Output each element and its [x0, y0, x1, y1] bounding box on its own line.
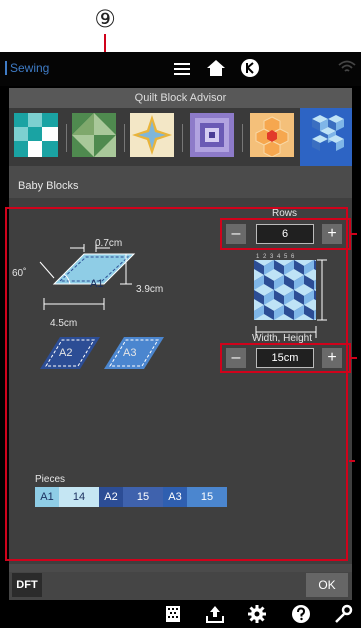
- menu-icon[interactable]: [172, 59, 192, 79]
- pieces-count-a1: 14: [59, 487, 99, 507]
- pieces-label: Pieces: [35, 474, 66, 485]
- dialog-title: Quilt Block Advisor: [9, 88, 352, 108]
- wrench-icon[interactable]: [332, 604, 354, 624]
- thumbnail-teal-checker[interactable]: [14, 113, 58, 157]
- app-label: Sewing: [4, 61, 50, 75]
- help-icon[interactable]: [290, 604, 312, 624]
- size-plus-button[interactable]: +: [322, 348, 342, 368]
- rows-value: 6: [256, 224, 314, 244]
- pieces-count-a3: 15: [187, 487, 227, 507]
- width-label: 4.5cm: [50, 318, 78, 329]
- ok-button[interactable]: OK: [306, 573, 348, 597]
- preview-dimension-lines: [255, 259, 327, 338]
- size-label: Width, Height: [252, 333, 313, 344]
- thumbnail-hexagon-flower[interactable]: [250, 113, 294, 157]
- annotation-tick: [351, 357, 357, 359]
- size-value: 15cm: [256, 348, 314, 368]
- pieces-name-a3: A3: [163, 487, 187, 507]
- piece-a3-label: A3: [123, 347, 137, 359]
- piece-a1-label: A1: [90, 278, 104, 290]
- thumbnail-log-cabin[interactable]: [190, 113, 234, 157]
- annotation-tick: [349, 460, 355, 462]
- angle-label: 60˚: [12, 268, 27, 279]
- piece-a2-label: A2: [59, 347, 73, 359]
- thumb-divider: [182, 124, 183, 152]
- pieces-name-a1: A1: [35, 487, 59, 507]
- dft-button[interactable]: DFT: [12, 573, 42, 597]
- size-minus-button[interactable]: –: [226, 348, 246, 368]
- pieces-name-a2: A2: [99, 487, 123, 507]
- callout-number: ⑨: [94, 5, 116, 33]
- pieces-count-a2: 15: [123, 487, 163, 507]
- pieces-table: A1 14 A2 15 A3 15: [35, 487, 227, 507]
- thumb-divider: [66, 124, 67, 152]
- annotation-tick: [351, 233, 357, 235]
- rows-minus-button[interactable]: –: [226, 224, 246, 244]
- settings-icon[interactable]: [246, 604, 268, 624]
- status-bar: Sewing: [0, 52, 361, 86]
- thumbnail-star-quilt[interactable]: [130, 113, 174, 157]
- seam-label: 0.7cm: [95, 238, 123, 249]
- rows-plus-button[interactable]: +: [322, 224, 342, 244]
- block-name: Baby Blocks: [18, 180, 79, 192]
- pattern-icon[interactable]: [162, 604, 184, 624]
- rows-label: Rows: [272, 208, 298, 219]
- home-icon[interactable]: [206, 58, 226, 78]
- thumbnail-green-triangles[interactable]: [72, 113, 116, 157]
- upload-icon[interactable]: [204, 604, 226, 624]
- thumb-divider: [242, 124, 243, 152]
- thumb-divider: [124, 124, 125, 152]
- thumbnail-baby-blocks[interactable]: [306, 113, 350, 157]
- k-circle-icon[interactable]: [240, 58, 260, 78]
- height-label: 3.9cm: [136, 284, 164, 295]
- dialog-bottom-bar: [9, 572, 352, 600]
- wifi-icon: [338, 60, 356, 72]
